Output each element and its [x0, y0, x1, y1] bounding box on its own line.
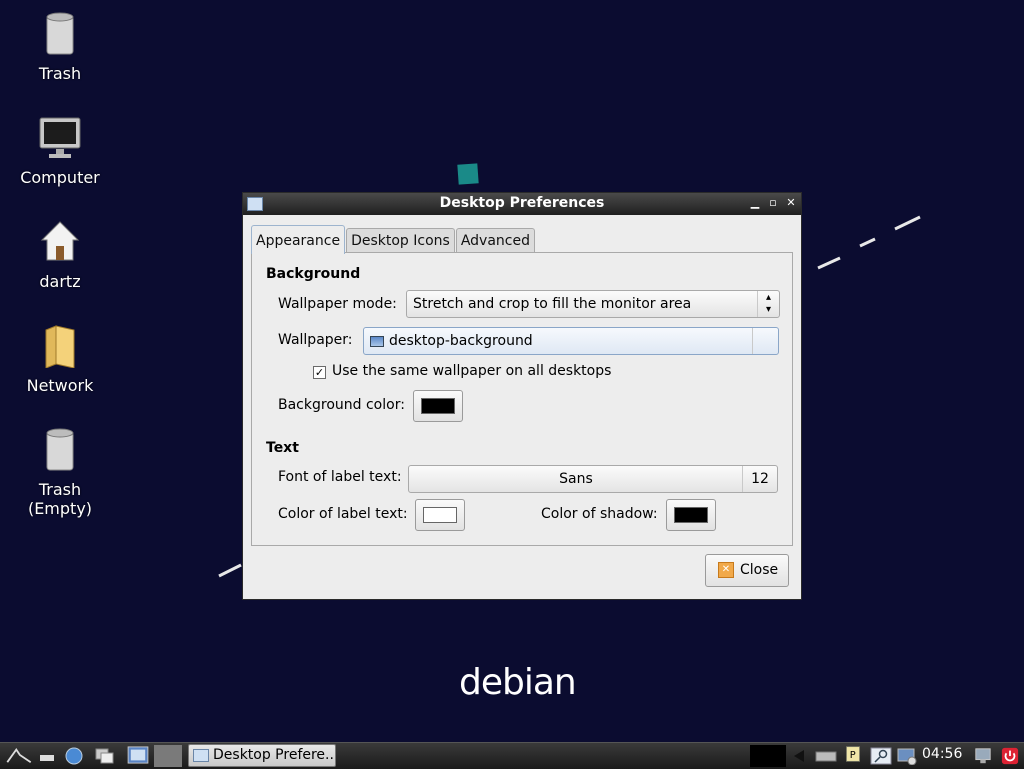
wallpaper-mode-label: Wallpaper mode: — [278, 296, 397, 312]
network-icon — [10, 324, 110, 372]
desktop-icon-label: Computer — [20, 168, 100, 187]
tab-desktop-icons[interactable]: Desktop Icons — [346, 228, 455, 253]
workspace-pager[interactable] — [154, 745, 182, 767]
desktop-icon-label: Network — [26, 376, 94, 395]
minimize-button[interactable]: ▁ — [749, 196, 761, 210]
wallpaper-value: desktop-background — [389, 333, 533, 349]
tab-advanced[interactable]: Advanced — [455, 228, 535, 253]
color-swatch — [421, 398, 455, 414]
label-color-button[interactable] — [415, 499, 465, 531]
removable-drive-icon[interactable] — [814, 747, 838, 765]
appearance-panel: Background Wallpaper mode: Stretch and c… — [251, 252, 793, 546]
close-icon: ✕ — [718, 562, 734, 578]
search-icon[interactable] — [870, 747, 892, 765]
window-switcher-icon[interactable] — [94, 747, 116, 765]
background-color-button[interactable] — [413, 390, 463, 422]
same-wallpaper-label: Use the same wallpaper on all desktops — [332, 363, 612, 379]
window-titlebar[interactable]: Desktop Preferences ▁ ▫ ✕ — [243, 193, 801, 215]
arrow-left-icon[interactable] — [790, 747, 810, 765]
desktop-icon-label-line1: Trash — [38, 480, 82, 499]
browser-icon[interactable] — [64, 747, 84, 765]
label-color-label: Color of label text: — [278, 506, 408, 522]
same-wallpaper-checkbox[interactable]: ✓ — [313, 366, 326, 379]
font-label: Font of label text: — [278, 469, 402, 485]
desktop-preferences-window: Desktop Preferences ▁ ▫ ✕ Appearance Des… — [242, 192, 802, 600]
trash-icon — [10, 12, 110, 60]
shadow-color-button[interactable] — [666, 499, 716, 531]
clipboard-icon[interactable]: P — [843, 745, 863, 763]
font-button[interactable]: Sans 12 — [408, 465, 778, 493]
taskbar: Desktop Prefere... P 04:56 — [0, 742, 1024, 769]
window-title: Desktop Preferences — [439, 195, 605, 211]
wallpaper-mode-value: Stretch and crop to fill the monitor are… — [413, 296, 692, 312]
desktop-icon-network[interactable]: Network — [10, 324, 110, 395]
file-manager-icon[interactable] — [38, 747, 58, 765]
background-heading: Background — [266, 266, 361, 282]
power-icon[interactable] — [1000, 747, 1020, 765]
desktop-icon-computer[interactable]: Computer — [10, 116, 110, 187]
close-button[interactable]: ✕ Close — [705, 554, 789, 587]
taskbar-window-label: Desktop Prefere... — [213, 747, 336, 763]
tab-appearance[interactable]: Appearance — [251, 225, 346, 254]
color-swatch — [423, 507, 457, 523]
maximize-button[interactable]: ▫ — [767, 196, 779, 210]
desktop-icon-label: Trash — [38, 64, 82, 83]
cpu-monitor — [750, 745, 786, 767]
close-label: Close — [740, 562, 779, 578]
desktop-workspace-icon[interactable] — [126, 746, 150, 764]
close-window-button[interactable]: ✕ — [785, 196, 797, 210]
updown-arrow-icon: ▴ ▾ — [757, 291, 779, 317]
background-color-label: Background color: — [278, 397, 405, 413]
computer-icon — [10, 116, 110, 164]
text-heading: Text — [266, 440, 299, 456]
clock[interactable]: 04:56 — [922, 746, 962, 762]
trash-icon — [10, 428, 110, 476]
desktop-icon-label-line2: (Empty) — [27, 499, 93, 518]
font-size: 12 — [742, 466, 777, 492]
color-swatch — [674, 507, 708, 523]
file-open-icon — [752, 328, 778, 354]
shadow-color-label: Color of shadow: — [541, 506, 658, 522]
window-icon — [193, 749, 209, 762]
desktop-icon-trash[interactable]: Trash — [10, 12, 110, 83]
svg-text:P: P — [850, 750, 856, 761]
debian-logo: debian — [459, 662, 577, 703]
screen-lock-icon[interactable] — [972, 747, 994, 765]
desktop-icon-label: dartz — [39, 272, 81, 291]
wallpaper-mode-select[interactable]: Stretch and crop to fill the monitor are… — [406, 290, 780, 318]
tab-bar: Appearance Desktop Icons Advanced — [251, 224, 536, 254]
home-icon — [10, 220, 110, 268]
desktop-icon-trash-empty[interactable]: Trash (Empty) — [10, 428, 110, 518]
image-file-icon — [370, 335, 384, 347]
wallpaper-file-chooser[interactable]: desktop-background — [363, 327, 779, 355]
network-status-icon[interactable] — [896, 747, 918, 765]
font-name: Sans — [559, 471, 593, 487]
taskbar-window-button[interactable]: Desktop Prefere... — [188, 744, 336, 767]
menu-icon[interactable] — [4, 746, 34, 764]
desktop-icon-home[interactable]: dartz — [10, 220, 110, 291]
wallpaper-label: Wallpaper: — [278, 332, 353, 348]
